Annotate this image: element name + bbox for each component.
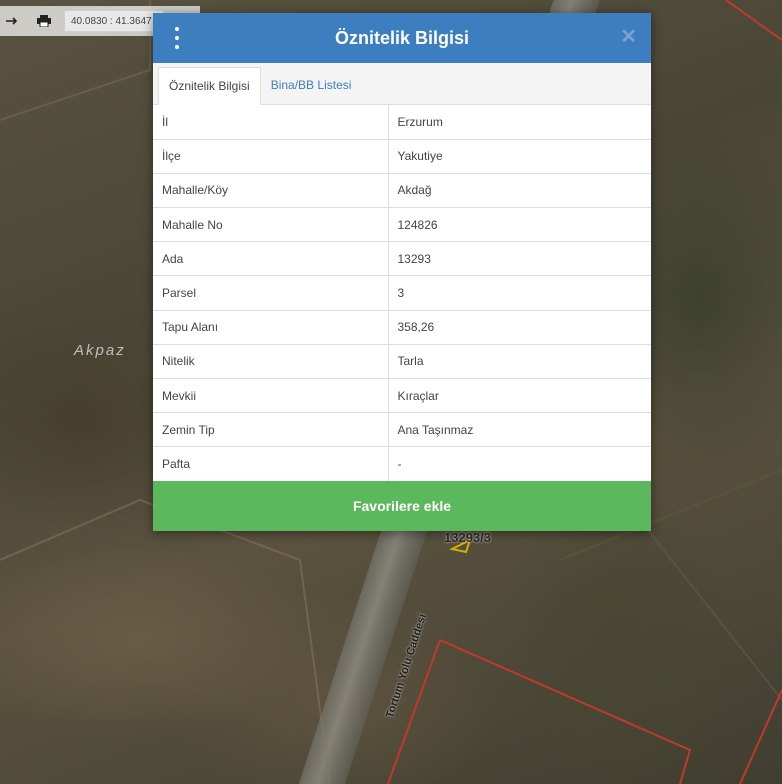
table-row: Tapu Alanı 358,26 [153, 310, 651, 345]
table-row: Zemin Tip Ana Taşınmaz [153, 412, 651, 448]
row-key: Mahalle No [153, 207, 389, 243]
row-key: İl [153, 105, 389, 140]
tab-attribute-info[interactable]: Öznitelik Bilgisi [158, 67, 261, 105]
arrow-icon[interactable] [0, 6, 24, 36]
parcel-number-label[interactable]: 13293/3 [444, 530, 491, 545]
row-key: Ada [153, 241, 389, 277]
dialog-header: Öznitelik Bilgisi ✕ [153, 13, 651, 63]
row-value: 358,26 [388, 310, 651, 345]
row-value: Kıraçlar [388, 378, 651, 414]
row-value: - [388, 446, 651, 482]
row-key: Zemin Tip [153, 412, 389, 448]
dialog-title: Öznitelik Bilgisi [334, 27, 470, 48]
row-value: 3 [388, 275, 651, 311]
row-value: Ana Taşınmaz [388, 412, 651, 448]
row-key: Pafta [153, 446, 389, 482]
row-value: Akdağ [388, 173, 651, 209]
row-value: Yakutiye [388, 139, 651, 174]
row-value: 124826 [388, 207, 651, 243]
row-value: Tarla [388, 344, 651, 380]
row-key: Mevkii [153, 378, 389, 414]
parcel-outline [439, 639, 692, 784]
table-row: Mahalle No 124826 [153, 207, 651, 243]
row-key: Parsel [153, 275, 389, 311]
close-icon[interactable]: ✕ [620, 27, 637, 47]
row-key: Mahalle/Köy [153, 173, 389, 209]
table-row: Ada 13293 [153, 241, 651, 277]
attribute-info-dialog: Öznitelik Bilgisi ✕ Öznitelik Bilgisi Bi… [153, 13, 651, 531]
row-value: 13293 [388, 241, 651, 277]
table-row: İlçe Yakutiye [153, 139, 651, 174]
row-value: Erzurum [388, 105, 651, 140]
row-key: Nitelik [153, 344, 389, 380]
table-row: Nitelik Tarla [153, 344, 651, 380]
table-row: İl Erzurum [153, 105, 651, 140]
kebab-menu-icon[interactable] [169, 27, 185, 49]
dialog-tabs: Öznitelik Bilgisi Bina/BB Listesi [153, 63, 651, 105]
print-icon[interactable] [32, 6, 56, 36]
add-to-favorites-button[interactable]: Favorilere ekle [153, 481, 651, 531]
table-row: Parsel 3 [153, 275, 651, 311]
row-key: İlçe [153, 139, 389, 174]
attribute-table: İl Erzurum İlçe Yakutiye Mahalle/Köy Akdağ … [153, 105, 651, 482]
tab-building-list[interactable]: Bina/BB Listesi [261, 66, 362, 104]
row-key: Tapu Alanı [153, 310, 389, 345]
coordinate-readout: 40.0830 : 41.3647 [64, 10, 164, 32]
table-row: Mahalle/Köy Akdağ [153, 173, 651, 209]
table-row: Pafta - [153, 446, 651, 482]
map-area-label: Akpaz [74, 342, 126, 359]
table-row: Mevkii Kıraçlar [153, 378, 651, 414]
